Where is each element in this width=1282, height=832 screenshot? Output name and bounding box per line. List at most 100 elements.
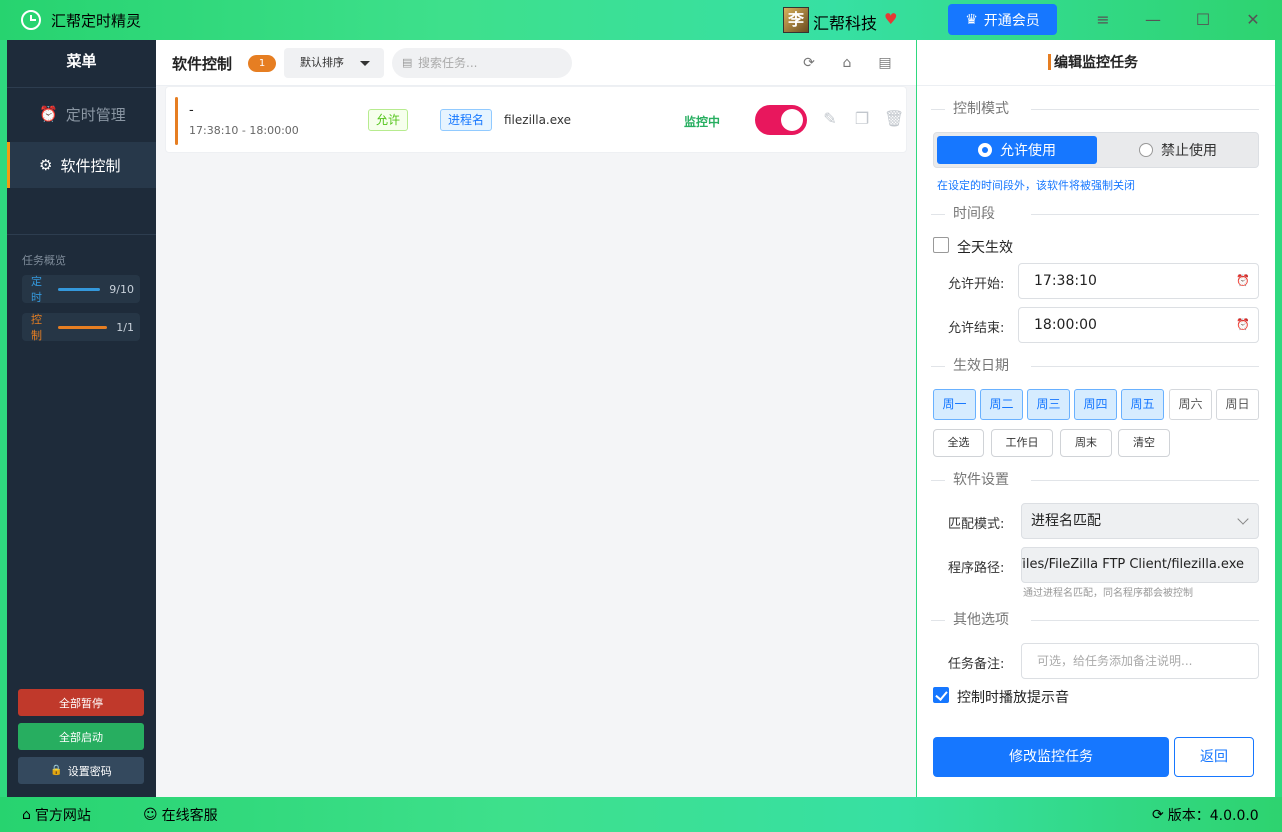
vip-button-label: 开通会员 [983,12,1040,29]
clear-button[interactable]: 清空 [1118,429,1170,457]
end-time-input[interactable]: 18:00:00 ⏰ [1018,307,1259,343]
section-title: 控制模式 [953,101,1017,117]
start-time-value: 17:38:10 [1034,273,1097,289]
note-input[interactable]: 可选，给任务添加备注说明... [1021,643,1259,679]
brand-logo: 李 [783,7,809,33]
stat-value: 9/10 [109,282,134,296]
stat-label: 定时 [31,275,42,304]
day-wed-button[interactable]: 周三 [1027,389,1070,420]
home-icon[interactable]: ⌂ [838,54,856,72]
back-button[interactable]: 返回 [1174,737,1254,777]
task-accent-bar [175,97,178,145]
match-mode-select[interactable]: 进程名匹配 [1021,503,1259,539]
heart-badge-icon: ♥ [884,10,898,28]
start-time-input[interactable]: 17:38:10 ⏰ [1018,263,1259,299]
edit-icon[interactable]: ✎ [820,109,840,129]
radio-unchecked-icon [1139,143,1153,157]
stat-control: 控制 1/1 [22,313,140,342]
update-task-button[interactable]: 修改监控任务 [933,737,1169,777]
menu-title: 菜单 [66,52,97,70]
minimize-icon[interactable]: — [1141,8,1165,32]
section-other-options: 其他选项 [931,612,1259,628]
stat-progress-bar [57,287,101,291]
select-all-button[interactable]: 全选 [933,429,984,457]
day-sat-button[interactable]: 周六 [1169,389,1212,420]
program-path-hint: 通过进程名匹配，同名程序都会被控制 [1023,588,1193,599]
sidebar-item-label: 软件控制 [60,156,121,175]
end-time-value: 18:00:00 [1034,317,1097,333]
divider [7,87,156,88]
version-label: 版本：4.0.0.0 [1167,808,1259,824]
menu-icon[interactable]: ≡ [1091,8,1115,32]
edit-panel: 编辑监控任务 控制模式 允许使用 禁止使用 在设定的时间段外，该软件将被强制关闭… [917,40,1275,797]
play-sound-checkbox[interactable] [933,687,949,703]
task-time-range: 17:38:10 - 18:00:00 [189,124,299,137]
weekend-button[interactable]: 周末 [1060,429,1112,457]
task-list-area: 软件控制 1 默认排序 ▤ 搜索任务... ⟳ ⌂ ▤ - 17:38:10 -… [156,40,916,797]
day-thu-button[interactable]: 周四 [1074,389,1117,420]
play-sound-label: 控制时播放提示音 [957,690,1069,706]
all-day-label: 全天生效 [957,240,1013,256]
set-password-button[interactable]: 🔒 设置密码 [18,757,144,784]
workday-button[interactable]: 工作日 [991,429,1053,457]
app-clock-icon [21,10,41,30]
mode-deny-label: 禁止使用 [1161,143,1217,159]
status-bar: ⌂ 官方网站 ☺ 在线客服 ⟳ 版本：4.0.0.0 [0,797,1282,832]
section-title: 生效日期 [953,358,1017,374]
task-exe-name: filezilla.exe [504,113,572,127]
alarm-clock-icon: ⏰ [39,105,58,123]
overview-label: 任务概览 [22,254,66,267]
sidebar-item-timer[interactable]: ⏰ 定时管理 [7,91,156,137]
task-enable-toggle[interactable] [755,105,807,135]
sidebar: 菜单 ⏰ 定时管理 ⚙ 软件控制 任务概览 定时 9/10 控制 1/1 全部暂… [7,40,156,797]
refresh-icon[interactable]: ⟳ [800,54,818,72]
match-mode-label: 匹配模式: [948,517,1005,532]
support-link-label: 在线客服 [161,808,218,824]
title-bar: 汇帮定时精灵 李 汇帮科技 ♥ ♛ 开通会员 ≡ — ☐ ✕ [0,0,1282,40]
search-input[interactable]: ▤ 搜索任务... [392,48,572,78]
sidebar-item-software-control[interactable]: ⚙ 软件控制 [7,142,156,188]
program-path-value: C:/Program Files/FileZilla FTP Client/fi… [1021,557,1244,572]
alarm-clock-icon[interactable]: ⏰ [1236,308,1250,342]
trash-icon[interactable]: 🗑 [884,109,904,129]
match-mode-value: 进程名匹配 [1031,513,1101,529]
alarm-clock-icon[interactable]: ⏰ [1236,264,1250,298]
day-mon-button[interactable]: 周一 [933,389,976,420]
control-mode-group: 允许使用 禁止使用 [933,132,1259,168]
support-link[interactable]: ☺ 在线客服 [143,805,218,825]
brand-name: 汇帮科技 [813,14,878,33]
section-title: 时间段 [953,206,1003,222]
start-time-label: 允许开始: [948,277,1005,292]
sidebar-item-label: 定时管理 [65,105,126,124]
mode-tag: 允许 [368,109,408,131]
close-icon[interactable]: ✕ [1241,8,1265,32]
mode-allow-radio[interactable]: 允许使用 [937,136,1097,164]
section-effective-days: 生效日期 [931,358,1259,374]
day-sun-button[interactable]: 周日 [1216,389,1259,420]
copy-icon[interactable]: ❐ [852,109,872,129]
mode-deny-radio[interactable]: 禁止使用 [1099,136,1257,164]
task-card[interactable]: - 17:38:10 - 18:00:00 允许 进程名 filezilla.e… [165,86,907,153]
website-link[interactable]: ⌂ 官方网站 [22,805,91,825]
maximize-icon[interactable]: ☐ [1191,8,1215,32]
task-name: - [189,103,194,118]
pause-all-button[interactable]: 全部暂停 [18,689,144,716]
vip-button[interactable]: ♛ 开通会员 [948,4,1057,35]
program-path-input[interactable]: C:/Program Files/FileZilla FTP Client/fi… [1021,547,1259,583]
refresh-icon: ⟳ [1152,807,1164,823]
app-title: 汇帮定时精灵 [51,12,142,30]
all-day-checkbox[interactable] [933,237,949,253]
version-info[interactable]: ⟳ 版本：4.0.0.0 [1152,805,1259,825]
crown-icon: ♛ [965,11,978,28]
stat-timer: 定时 9/10 [22,275,140,304]
day-fri-button[interactable]: 周五 [1121,389,1164,420]
start-all-button[interactable]: 全部启动 [18,723,144,750]
section-control-mode: 控制模式 [931,101,1259,117]
home-icon: ⌂ [22,807,31,823]
lock-icon: 🔒 [50,765,63,776]
start-all-label: 全部启动 [59,730,103,744]
day-tue-button[interactable]: 周二 [980,389,1023,420]
log-icon[interactable]: ▤ [876,54,894,72]
sort-dropdown[interactable]: 默认排序 [284,48,384,78]
pause-all-label: 全部暂停 [59,696,103,710]
